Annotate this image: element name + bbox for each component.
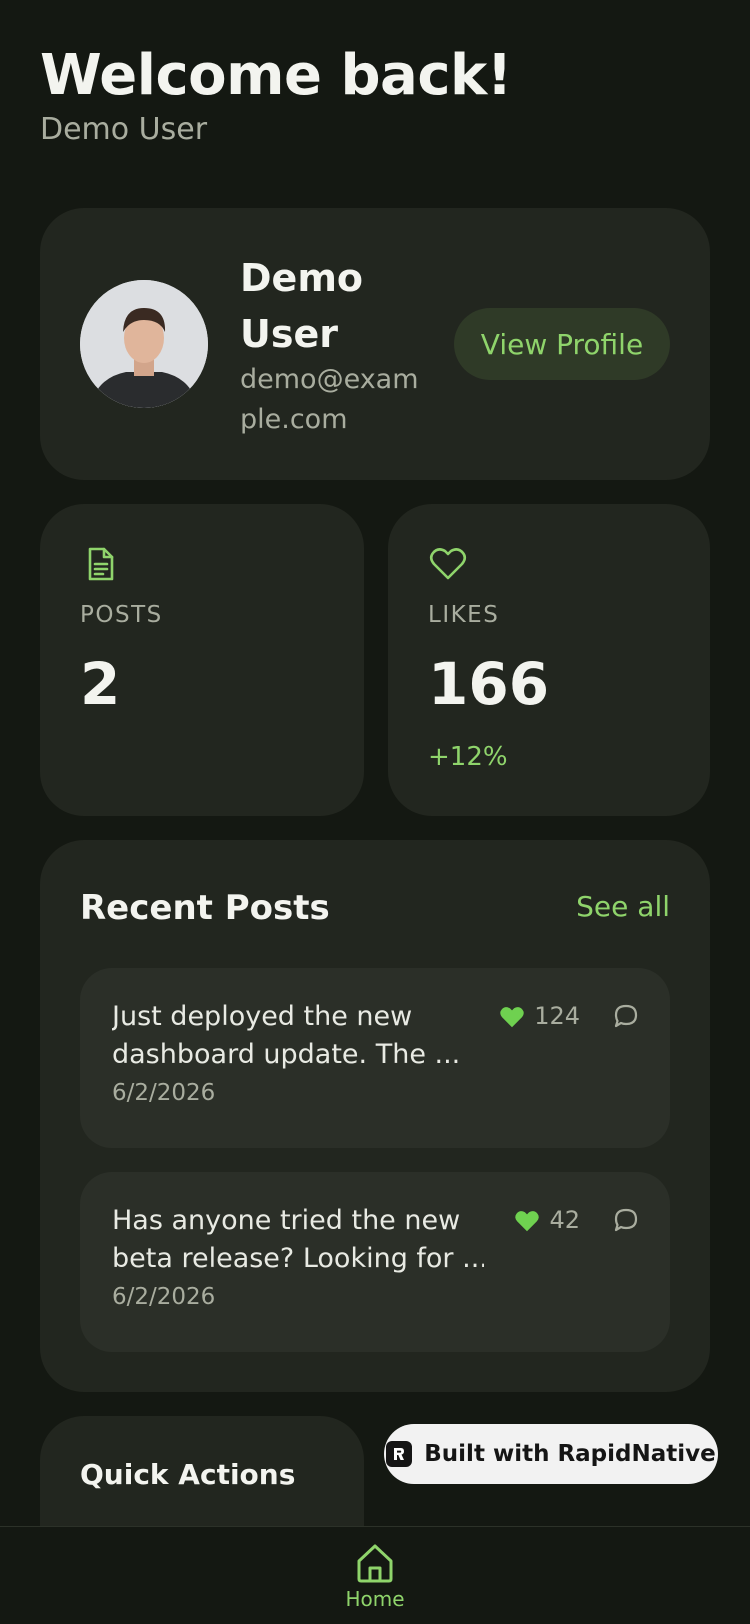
profile-card: Demo User demo@example.com View Profile <box>40 208 710 480</box>
post-text-line: dashboard update. The ... <box>112 1039 461 1070</box>
rapidnative-logo-icon <box>386 1441 413 1467</box>
post-text-line: beta release? Looking for ... <box>112 1243 484 1274</box>
posts-stat-card[interactable]: POSTS 2 <box>40 504 364 816</box>
post-text: Just deployed the new dashboard update. … <box>112 998 484 1074</box>
likes-label: LIKES <box>428 602 500 628</box>
post-text-line: Has anyone tried the new <box>112 1205 461 1236</box>
post-text-line: Just deployed the new <box>112 1001 413 1032</box>
avatar[interactable] <box>80 280 208 408</box>
bottom-tab-bar: Home <box>0 1526 750 1624</box>
badge-label: Built with RapidNative <box>424 1441 716 1467</box>
post-date: 6/2/2026 <box>112 1284 216 1310</box>
likes-value: 166 <box>428 650 550 718</box>
posts-value: 2 <box>80 650 121 718</box>
comment-icon[interactable] <box>612 1206 640 1234</box>
greeting: Welcome back! Demo User <box>40 43 512 148</box>
see-all-link[interactable]: See all <box>576 890 670 923</box>
tab-home-label: Home <box>345 1587 405 1611</box>
document-icon <box>88 547 114 581</box>
like-count: 42 <box>549 1206 580 1234</box>
heart-filled-icon[interactable] <box>498 1003 526 1029</box>
tab-home[interactable]: Home <box>335 1541 415 1624</box>
page-title: Welcome back! <box>40 43 512 108</box>
post-item[interactable]: Has anyone tried the new beta release? L… <box>80 1172 670 1352</box>
posts-label: POSTS <box>80 602 163 628</box>
post-date: 6/2/2026 <box>112 1080 216 1106</box>
view-profile-button[interactable]: View Profile <box>454 308 670 380</box>
post-meta: 124 <box>498 1000 640 1032</box>
post-meta: 42 <box>513 1204 640 1236</box>
user-subtitle: Demo User <box>40 112 208 147</box>
dashboard-screen: Welcome back! Demo User Demo User demo@e… <box>0 0 750 1624</box>
built-with-badge[interactable]: Built with RapidNative <box>384 1424 718 1484</box>
post-item[interactable]: Just deployed the new dashboard update. … <box>80 968 670 1148</box>
heart-outline-icon <box>429 548 467 580</box>
recent-posts-card: Recent Posts See all Just deployed the n… <box>40 840 710 1392</box>
heart-filled-icon[interactable] <box>513 1207 541 1233</box>
profile-name: Demo User <box>240 256 364 356</box>
comment-icon[interactable] <box>612 1002 640 1030</box>
home-icon <box>357 1544 393 1583</box>
quick-actions-title: Quick Actions <box>80 1458 296 1491</box>
like-count: 124 <box>534 1002 580 1030</box>
post-text: Has anyone tried the new beta release? L… <box>112 1202 484 1278</box>
recent-posts-title: Recent Posts <box>80 888 330 928</box>
profile-email: demo@example.com <box>240 364 419 435</box>
likes-stat-card[interactable]: LIKES 166 +12% <box>388 504 710 816</box>
likes-delta: +12% <box>428 742 508 772</box>
